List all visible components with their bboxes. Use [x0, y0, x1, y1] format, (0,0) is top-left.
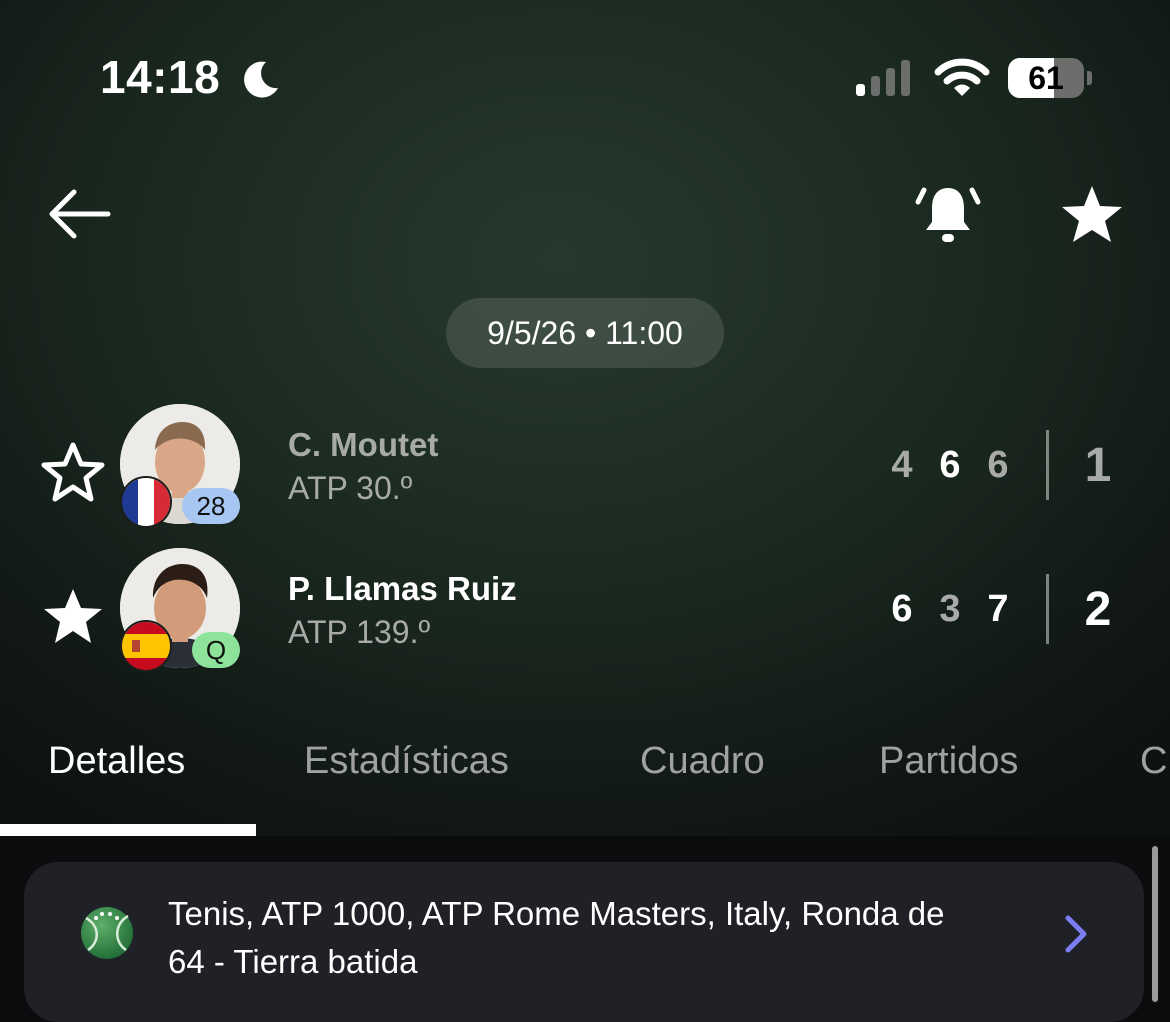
- tournament-description: Tenis, ATP 1000, ATP Rome Masters, Italy…: [168, 890, 1028, 986]
- chevron-right-icon: [1065, 915, 1087, 953]
- bell-ringing-icon: [915, 187, 981, 242]
- tab-bar: Detalles Estadísticas Cuadro Partidos C: [0, 740, 1170, 836]
- wifi-icon: [934, 58, 990, 96]
- tab-cuadro[interactable]: Cuadro: [640, 740, 765, 783]
- battery-icon: 61: [1008, 58, 1092, 98]
- set-score-1-3: 6: [987, 444, 1009, 486]
- player-ranking-1: ATP 30.º: [288, 470, 413, 506]
- flag-spain: [120, 620, 172, 672]
- tab-partidos[interactable]: Partidos: [879, 740, 1018, 783]
- score-divider: [1046, 430, 1049, 500]
- player-row-2[interactable]: Q P. Llamas Ruiz ATP 139.º 6 3 7 2: [0, 548, 1170, 678]
- tab-estadisticas[interactable]: Estadísticas: [304, 740, 509, 783]
- back-button[interactable]: [44, 184, 114, 244]
- star-outline-icon: [41, 442, 105, 502]
- set-score-1-2: 6: [939, 444, 961, 486]
- seed-badge-1: 28: [182, 488, 240, 524]
- score-divider: [1046, 574, 1049, 644]
- battery-level: 61: [1028, 60, 1064, 96]
- tab-more-truncated[interactable]: C: [1140, 740, 1167, 783]
- set-score-2-3: 7: [987, 588, 1009, 630]
- cellular-signal-icon: [856, 60, 910, 96]
- player-name-2: P. Llamas Ruiz: [288, 570, 517, 607]
- back-arrow-icon: [49, 189, 111, 239]
- favorite-match-button[interactable]: [1058, 182, 1126, 246]
- scrollbar[interactable]: [1152, 846, 1158, 1002]
- player-name-1: C. Moutet: [288, 426, 439, 463]
- tournament-line-1: Tenis, ATP 1000, ATP Rome Masters, Italy…: [168, 895, 945, 932]
- set-score-1-1: 4: [891, 444, 913, 486]
- follow-player-button-2[interactable]: [40, 584, 106, 648]
- set-score-2-1: 6: [891, 588, 913, 630]
- follow-player-button-1[interactable]: [40, 440, 106, 504]
- star-icon: [1062, 186, 1122, 242]
- set-score-2-2: 3: [939, 588, 961, 630]
- status-time: 14:18: [100, 51, 221, 103]
- player-row-1[interactable]: 28 C. Moutet ATP 30.º 4 6 6 1: [0, 404, 1170, 534]
- tab-detalles[interactable]: Detalles: [48, 740, 185, 783]
- tournament-info-card[interactable]: Tenis, ATP 1000, ATP Rome Masters, Italy…: [24, 862, 1144, 1022]
- notifications-button[interactable]: [912, 180, 984, 248]
- sets-won-2: 2: [1084, 583, 1112, 636]
- star-filled-icon: [44, 589, 102, 643]
- active-tab-indicator: [0, 824, 256, 836]
- player-ranking-2: ATP 139.º: [288, 614, 431, 650]
- match-datetime: 9/5/26 • 11:00: [446, 298, 724, 368]
- tournament-line-2: 64 - Tierra batida: [168, 943, 418, 980]
- moon-icon: [244, 61, 278, 98]
- flag-france: [120, 476, 172, 528]
- sets-won-1: 1: [1084, 439, 1112, 492]
- tennis-ball-icon: [81, 907, 133, 959]
- qualifier-badge-2: Q: [192, 632, 240, 668]
